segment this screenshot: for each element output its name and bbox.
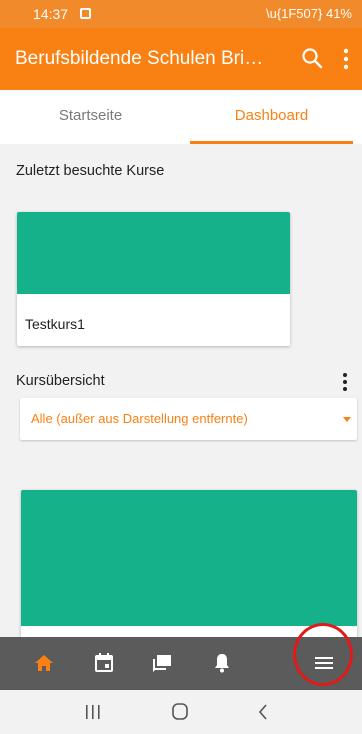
mute-icon: \u{1F507} — [265, 6, 323, 21]
course-filter-dropdown[interactable]: Alle (außer aus Darstellung entfernte) — [20, 398, 357, 440]
calendar-icon[interactable] — [92, 651, 116, 675]
app-bar: Berufsbildende Schulen Bri… — [0, 28, 362, 90]
status-bar: 14:37 \u{1F507} 41% — [0, 0, 362, 28]
tab-label: Startseite — [58, 107, 123, 124]
section-title: Kursübersicht — [16, 373, 105, 389]
status-time: 14:37 — [33, 6, 69, 22]
notifications-icon[interactable] — [210, 651, 234, 675]
active-tab-indicator — [190, 141, 353, 144]
course-image — [21, 490, 357, 626]
section-title: Zuletzt besuchte Kurse — [16, 163, 165, 179]
back-icon[interactable] — [253, 703, 275, 721]
home-system-icon[interactable] — [169, 703, 191, 721]
course-card[interactable]: Testkurs1 — [17, 212, 290, 346]
battery-level: 41% — [325, 6, 352, 21]
overview-options-icon[interactable] — [338, 370, 352, 394]
page-title: Berufsbildende Schulen Bri… — [15, 48, 264, 69]
tab-dashboard[interactable]: Dashboard — [181, 90, 362, 144]
chevron-down-icon — [343, 417, 351, 422]
course-card[interactable] — [21, 490, 357, 650]
course-name: Testkurs1 — [25, 316, 85, 332]
messages-icon[interactable] — [150, 651, 174, 675]
system-nav-bar — [0, 690, 362, 734]
status-right: \u{1F507} 41% — [266, 6, 352, 21]
tab-label: Dashboard — [234, 107, 309, 124]
course-image — [17, 212, 290, 294]
tab-bar: Startseite Dashboard — [0, 90, 362, 144]
recent-courses-header: Zuletzt besuchte Kurse — [0, 148, 362, 196]
more-options-icon[interactable] — [338, 46, 354, 72]
recent-apps-icon[interactable] — [82, 703, 104, 721]
search-icon[interactable] — [300, 46, 324, 70]
image-notification-icon — [80, 8, 91, 19]
tab-startseite[interactable]: Startseite — [0, 90, 181, 144]
filter-selected: Alle (außer aus Darstellung entfernte) — [31, 411, 248, 426]
home-icon[interactable] — [32, 651, 56, 675]
highlight-circle-annotation — [293, 623, 353, 686]
